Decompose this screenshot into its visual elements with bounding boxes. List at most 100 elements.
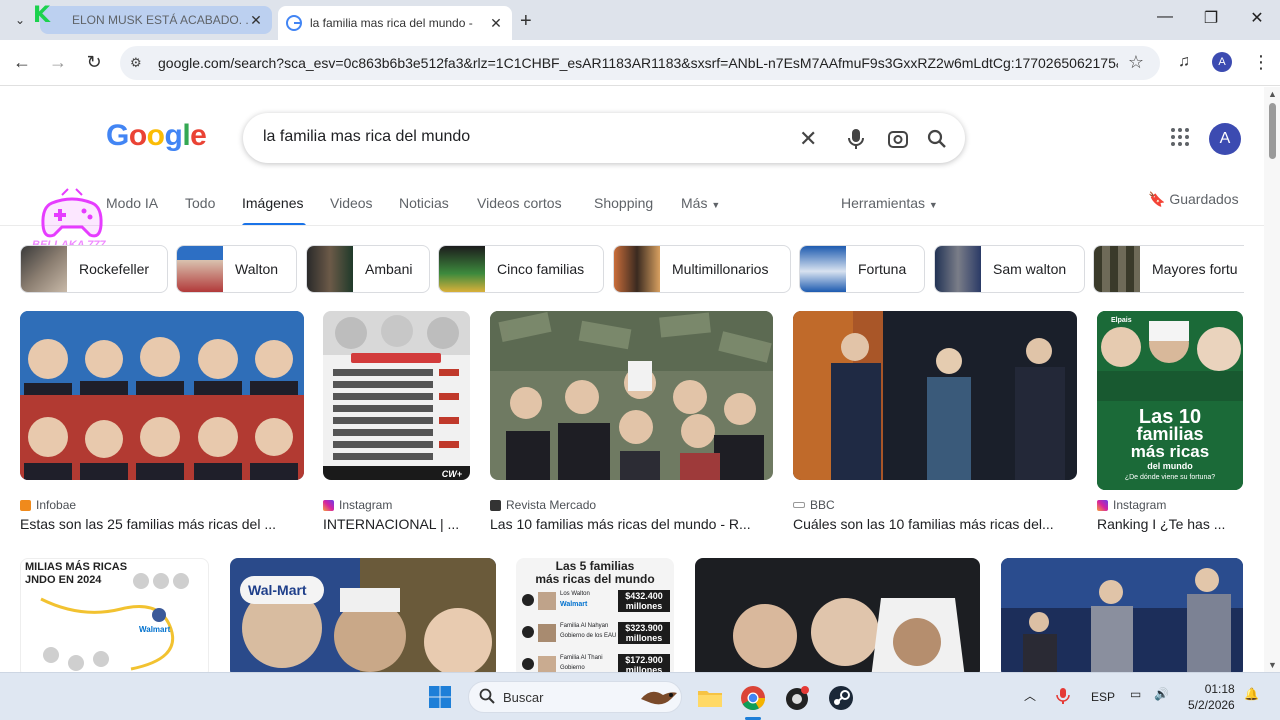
result-source[interactable]: Revista Mercado xyxy=(490,498,773,512)
tab-search-chevron-icon[interactable]: ⌄ xyxy=(8,8,32,32)
tab-todo[interactable]: Todo xyxy=(185,195,215,211)
media-control-icon[interactable]: ♫ xyxy=(1178,53,1190,71)
chip-multimillonarios[interactable]: Multimillonarios xyxy=(613,245,791,293)
tab-noticias[interactable]: Noticias xyxy=(399,195,449,211)
result-image-revista-mercado[interactable] xyxy=(490,311,773,480)
result-image-three-people[interactable] xyxy=(1001,558,1243,672)
minimize-icon[interactable]: — xyxy=(1150,8,1180,26)
chip-sam-walton[interactable]: Sam walton xyxy=(934,245,1085,293)
result-source[interactable]: BBC xyxy=(793,498,1077,512)
voice-search-icon[interactable] xyxy=(847,126,865,156)
site-settings-icon[interactable]: ⚙ xyxy=(130,55,142,71)
new-tab-button[interactable]: + xyxy=(520,10,532,33)
result-image-walmart-faces[interactable]: Wal-Mart xyxy=(230,558,496,672)
chip-cinco-familias[interactable]: Cinco familias xyxy=(438,245,604,293)
tab-elon-musk[interactable]: ELON MUSK ESTÁ ACABADO. ... ✕ xyxy=(40,6,272,34)
saved-button[interactable]: 🔖 Guardados xyxy=(1148,191,1239,208)
image-result[interactable]: Infobae Estas son las 25 familias más ri… xyxy=(20,311,304,532)
system-clock[interactable]: 01:18 5/2/2026 xyxy=(1188,681,1235,713)
google-account-avatar[interactable]: A xyxy=(1209,123,1241,155)
volume-icon[interactable]: 🔊 xyxy=(1154,687,1169,701)
file-explorer-icon[interactable] xyxy=(697,685,723,711)
scroll-down-arrow-icon[interactable]: ▼ xyxy=(1268,660,1277,670)
result-image-instagram-ranking[interactable]: CW+ xyxy=(323,311,470,480)
chip-label: Cinco familias xyxy=(497,261,585,277)
image-result[interactable]: Elpais Las 10 familias más ricas del mun… xyxy=(1097,311,1243,532)
search-icon[interactable] xyxy=(927,126,947,155)
game-app-icon[interactable] xyxy=(784,685,810,711)
image-result[interactable]: CW+ Instagram INTERNACIONAL | ... xyxy=(323,311,470,532)
close-tab-icon[interactable]: ✕ xyxy=(488,15,504,32)
page-scrollbar[interactable]: ▲ ▼ xyxy=(1264,87,1280,672)
windows-start-icon[interactable] xyxy=(428,685,452,709)
tab-shopping[interactable]: Shopping xyxy=(594,195,653,211)
scroll-up-arrow-icon[interactable]: ▲ xyxy=(1268,89,1277,99)
search-box[interactable]: la familia mas rica del mundo ✕ xyxy=(243,113,965,163)
image-result[interactable]: MILIAS MÁS RICAS JNDO EN 2024 Walmart xyxy=(20,558,209,672)
result-title[interactable]: INTERNACIONAL | ... xyxy=(323,516,470,532)
tab-mas[interactable]: Más ▼ xyxy=(681,195,720,211)
result-title[interactable]: Las 10 familias más ricas del mundo - R.… xyxy=(490,516,773,532)
result-image-infobae[interactable] xyxy=(20,311,304,480)
profile-avatar[interactable]: A xyxy=(1212,52,1232,72)
result-source[interactable]: Instagram xyxy=(1097,498,1243,512)
result-source[interactable]: Infobae xyxy=(20,498,304,512)
result-image-instagram-las10[interactable]: Elpais Las 10 familias más ricas del mun… xyxy=(1097,311,1243,490)
image-result[interactable]: Revista Mercado Las 10 familias más rica… xyxy=(490,311,773,532)
search-input[interactable]: la familia mas rica del mundo xyxy=(263,128,470,146)
chrome-icon[interactable] xyxy=(740,685,766,711)
microphone-icon[interactable] xyxy=(1056,687,1070,708)
result-title[interactable]: Cuáles son las 10 familias más ricas del… xyxy=(793,516,1077,532)
rank-name: Los Walton xyxy=(560,591,590,597)
chip-ambani[interactable]: Ambani xyxy=(306,245,430,293)
back-icon[interactable]: ← xyxy=(10,52,34,73)
scroll-thumb[interactable] xyxy=(1269,103,1276,159)
window-close-icon[interactable]: ✕ xyxy=(1242,8,1272,28)
image-result[interactable] xyxy=(1001,558,1243,672)
result-image-cinco-familias[interactable]: Las 5 familias más ricas del mundo Los W… xyxy=(516,558,674,672)
chip-thumbnail xyxy=(935,246,981,292)
result-title[interactable]: Ranking I ¿Te has ... xyxy=(1097,516,1243,532)
tray-overflow-icon[interactable]: ︿ xyxy=(1024,687,1036,704)
rank-badge xyxy=(522,626,534,638)
notifications-bell-icon[interactable]: 🔔 xyxy=(1244,687,1259,701)
source-name: Instagram xyxy=(339,498,393,512)
image-result[interactable]: Wal-Mart xyxy=(230,558,496,672)
result-source[interactable]: Instagram xyxy=(323,498,470,512)
url-text[interactable]: google.com/search?sca_esv=0c863b6b3e512f… xyxy=(158,55,1118,71)
chip-rockefeller[interactable]: Rockefeller xyxy=(20,245,168,293)
tab-google-search[interactable]: la familia mas rica del mundo - ✕ xyxy=(278,6,512,40)
chip-fortuna[interactable]: Fortuna xyxy=(799,245,925,293)
result-image-familias-2024[interactable]: MILIAS MÁS RICAS JNDO EN 2024 Walmart xyxy=(20,558,209,672)
result-image-three-faces[interactable] xyxy=(695,558,980,672)
chip-walton[interactable]: Walton xyxy=(176,245,297,293)
address-bar[interactable]: ⚙ google.com/search?sca_esv=0c863b6b3e51… xyxy=(120,46,1160,80)
lens-search-icon[interactable] xyxy=(887,126,909,156)
google-apps-icon[interactable] xyxy=(1170,127,1190,153)
tab-videos[interactable]: Videos xyxy=(330,195,373,211)
forward-icon[interactable]: → xyxy=(46,52,70,73)
result-image-bbc[interactable] xyxy=(793,311,1077,480)
tab-imagenes[interactable]: Imágenes xyxy=(242,195,303,211)
milias-line1: MILIAS MÁS RICAS xyxy=(25,561,128,573)
image-result[interactable]: BBC Cuáles son las 10 familias más ricas… xyxy=(793,311,1077,532)
chip-mayores-fortunas[interactable]: Mayores fortu xyxy=(1093,245,1244,293)
network-icon[interactable]: ▭ xyxy=(1130,687,1141,701)
image-result[interactable] xyxy=(695,558,980,672)
tab-modo-ia[interactable]: Modo IA xyxy=(106,195,158,211)
rank-photo xyxy=(538,656,556,672)
image-result[interactable]: Las 5 familias más ricas del mundo Los W… xyxy=(516,558,674,672)
tab-videos-cortos[interactable]: Videos cortos xyxy=(477,195,562,211)
steam-icon[interactable] xyxy=(828,685,854,711)
close-tab-icon[interactable]: ✕ xyxy=(248,12,264,29)
google-logo[interactable]: Google xyxy=(106,119,207,153)
language-indicator[interactable]: ESP xyxy=(1091,690,1115,704)
result-title[interactable]: Estas son las 25 familias más ricas del … xyxy=(20,516,304,532)
reload-icon[interactable]: ↻ xyxy=(82,52,106,73)
tools-button[interactable]: Herramientas ▼ xyxy=(841,195,938,211)
browser-menu-icon[interactable]: ⋮ xyxy=(1252,52,1270,73)
clear-search-icon[interactable]: ✕ xyxy=(799,126,817,152)
restore-icon[interactable]: ❐ xyxy=(1196,8,1226,28)
taskbar-search[interactable]: Buscar xyxy=(468,681,682,713)
bookmark-star-icon[interactable]: ☆ xyxy=(1128,52,1144,73)
